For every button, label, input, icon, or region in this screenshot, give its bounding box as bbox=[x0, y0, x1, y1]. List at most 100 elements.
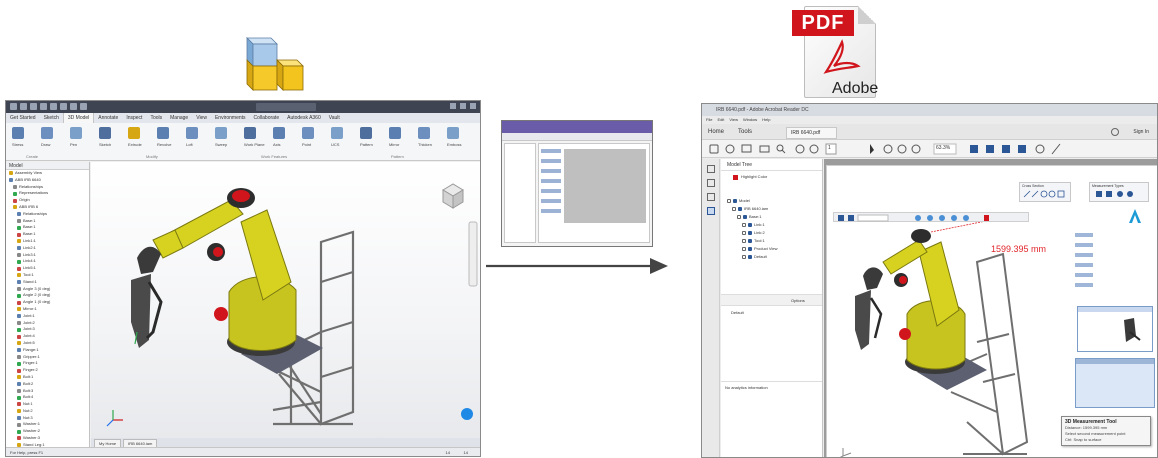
browser-node[interactable]: Washer:3 bbox=[6, 435, 89, 442]
browser-node[interactable]: Angle 3 (0 deg) bbox=[6, 286, 89, 293]
search-help-box[interactable] bbox=[256, 103, 316, 111]
browser-node[interactable]: Link2:1 bbox=[6, 245, 89, 252]
browser-node[interactable]: Base:1 bbox=[6, 218, 89, 225]
ribbon-tab[interactable]: Inspect bbox=[122, 113, 146, 123]
ribbon-tab[interactable]: Tools bbox=[146, 113, 166, 123]
browser-node[interactable]: Washer:2 bbox=[6, 428, 89, 435]
ribbon-button-icon[interactable] bbox=[157, 127, 169, 139]
ribbon-tab[interactable]: View bbox=[192, 113, 211, 123]
zoom-field[interactable]: 63.3% bbox=[936, 145, 950, 151]
browser-node[interactable]: Bolt:1 bbox=[6, 374, 89, 381]
model-tree-node[interactable]: Base:1 bbox=[721, 213, 822, 221]
quick-access-toolbar[interactable] bbox=[10, 103, 87, 111]
visibility-checkbox[interactable] bbox=[732, 207, 736, 211]
ribbon-tab[interactable]: 3D Model bbox=[62, 113, 95, 123]
visibility-checkbox[interactable] bbox=[742, 255, 746, 259]
cross-section-panel[interactable]: Cross Section bbox=[1019, 182, 1071, 202]
browser-node[interactable]: Nut:3 bbox=[6, 415, 89, 422]
browser-node[interactable]: Tool:1 bbox=[6, 272, 89, 279]
browser-node[interactable]: Joint:4 bbox=[6, 333, 89, 340]
browser-node[interactable]: Stand:1 bbox=[6, 279, 89, 286]
ribbon-button-icon[interactable] bbox=[215, 127, 227, 139]
tab-document[interactable]: IRB 6640.pdf bbox=[786, 127, 838, 139]
browser-node[interactable]: Joint:3 bbox=[6, 326, 89, 333]
tab-home[interactable]: Home bbox=[708, 129, 724, 135]
pages-icon[interactable] bbox=[707, 165, 715, 173]
ribbon-button-icon[interactable] bbox=[70, 127, 82, 139]
measurement-types-panel[interactable]: Measurement Types bbox=[1089, 182, 1149, 202]
ribbon-button-icon[interactable] bbox=[447, 127, 459, 139]
window-controls[interactable] bbox=[450, 103, 476, 109]
highlight-row[interactable]: Highlight Color bbox=[721, 171, 822, 183]
visibility-checkbox[interactable] bbox=[737, 215, 741, 219]
model-tree-node[interactable]: Link:1 bbox=[721, 221, 822, 229]
browser-node[interactable]: ABB IRB 6640 bbox=[6, 177, 89, 184]
ribbon-button-icon[interactable] bbox=[418, 127, 430, 139]
model-tree-node[interactable]: Model bbox=[721, 197, 822, 205]
help-icon[interactable] bbox=[1111, 128, 1119, 136]
ribbon-button-icon[interactable] bbox=[186, 127, 198, 139]
visibility-checkbox[interactable] bbox=[742, 223, 746, 227]
ribbon-button-icon[interactable] bbox=[302, 127, 314, 139]
browser-node[interactable]: Representations bbox=[6, 190, 89, 197]
browser-node[interactable]: Joint:5 bbox=[6, 340, 89, 347]
browser-node[interactable]: Joint:2 bbox=[6, 320, 89, 327]
browser-node[interactable]: Assembly View bbox=[6, 170, 89, 177]
browser-node[interactable]: Link3:1 bbox=[6, 252, 89, 259]
browser-node[interactable]: Gripper:1 bbox=[6, 354, 89, 361]
page-number-field[interactable]: 1 bbox=[828, 145, 831, 151]
ribbon-button-icon[interactable] bbox=[331, 127, 343, 139]
visibility-checkbox[interactable] bbox=[727, 199, 731, 203]
browser-node[interactable]: Base:1 bbox=[6, 231, 89, 238]
browser-node[interactable]: Finger:1 bbox=[6, 360, 89, 367]
menu-item[interactable]: Window bbox=[743, 116, 757, 124]
ribbon-tab[interactable]: Manage bbox=[166, 113, 192, 123]
browser-node[interactable]: Angle 1 (0 deg) bbox=[6, 299, 89, 306]
ribbon-button-icon[interactable] bbox=[128, 127, 140, 139]
ribbon-tab[interactable]: Sketch bbox=[40, 113, 63, 123]
ribbon-button-icon[interactable] bbox=[41, 127, 53, 139]
ribbon-button-icon[interactable] bbox=[244, 127, 256, 139]
bookmarks-icon[interactable] bbox=[707, 179, 715, 187]
visibility-checkbox[interactable] bbox=[742, 231, 746, 235]
ribbon-tab[interactable]: Environments bbox=[211, 113, 250, 123]
ribbon-button-icon[interactable] bbox=[389, 127, 401, 139]
views-options[interactable]: Options bbox=[791, 298, 805, 303]
model-tree-node[interactable]: Default bbox=[721, 253, 822, 261]
browser-node[interactable]: Nut:1 bbox=[6, 401, 89, 408]
ribbon-tab[interactable]: Collaborate bbox=[250, 113, 284, 123]
browser-node[interactable]: Washer:1 bbox=[6, 421, 89, 428]
tab-tools[interactable]: Tools bbox=[738, 129, 752, 135]
browser-node[interactable]: Bolt:4 bbox=[6, 394, 89, 401]
browser-node[interactable]: Origin bbox=[6, 197, 89, 204]
model-tree-node[interactable]: IRB 6640.iam bbox=[721, 205, 822, 213]
browser-node[interactable]: Angle 2 (0 deg) bbox=[6, 292, 89, 299]
browser-node[interactable]: Link1:1 bbox=[6, 238, 89, 245]
browser-node[interactable]: Joint:1 bbox=[6, 313, 89, 320]
ribbon-button-icon[interactable] bbox=[12, 127, 24, 139]
ribbon-tab[interactable]: Annotate bbox=[94, 113, 122, 123]
sign-in-link[interactable]: Sign In bbox=[1133, 129, 1149, 135]
attachments-icon[interactable] bbox=[707, 193, 715, 201]
menu-item[interactable]: View bbox=[729, 116, 738, 124]
browser-node[interactable]: Finger:2 bbox=[6, 367, 89, 374]
robot-model-inventor[interactable] bbox=[91, 162, 480, 438]
ribbon-button-icon[interactable] bbox=[273, 127, 285, 139]
browser-node[interactable]: Link5:1 bbox=[6, 265, 89, 272]
ribbon-button-icon[interactable] bbox=[99, 127, 111, 139]
browser-node[interactable]: Link4:1 bbox=[6, 258, 89, 265]
menu-item[interactable]: File bbox=[706, 116, 712, 124]
menu-item[interactable]: Help bbox=[762, 116, 770, 124]
3d-toolbar[interactable] bbox=[833, 212, 1029, 222]
browser-node[interactable]: ABB IRB 6 bbox=[6, 204, 89, 211]
browser-node[interactable]: Flange:1 bbox=[6, 347, 89, 354]
model-tree-icon[interactable] bbox=[707, 207, 715, 215]
menu-item[interactable]: Edit bbox=[717, 116, 724, 124]
ribbon-tab[interactable]: Get Started bbox=[6, 113, 40, 123]
3d-viewport[interactable] bbox=[91, 162, 480, 438]
model-tree-node[interactable]: Link:2 bbox=[721, 229, 822, 237]
visibility-checkbox[interactable] bbox=[742, 247, 746, 251]
model-tree-node[interactable]: Product View bbox=[721, 245, 822, 253]
views-item[interactable]: Default bbox=[731, 310, 744, 315]
toolbar-icons[interactable] bbox=[702, 140, 1158, 158]
